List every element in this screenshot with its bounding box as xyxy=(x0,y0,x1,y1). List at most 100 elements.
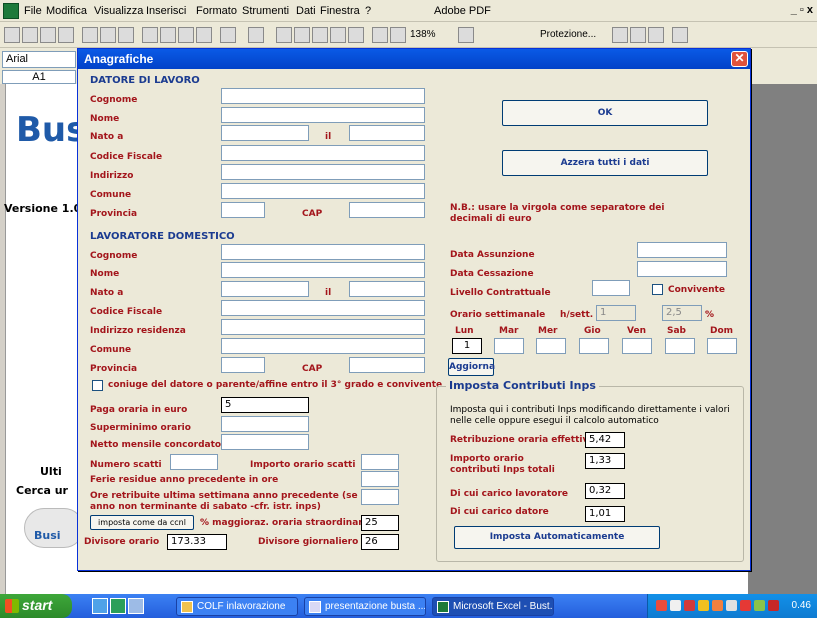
desktop-icon[interactable] xyxy=(128,598,144,614)
ore-retribuite-field[interactable] xyxy=(361,489,399,505)
undo-icon[interactable] xyxy=(220,27,236,43)
ok-button[interactable]: OK xyxy=(502,100,708,126)
hyperlink-icon[interactable] xyxy=(276,27,292,43)
paste-icon[interactable] xyxy=(178,27,194,43)
lavoratore-cf-field[interactable] xyxy=(221,300,425,316)
tray-icon-6[interactable] xyxy=(726,600,737,611)
excel-app-icon[interactable] xyxy=(3,3,19,19)
datore-nome-field[interactable] xyxy=(221,107,425,123)
lavoratore-cap-field[interactable] xyxy=(349,357,425,373)
new-icon[interactable] xyxy=(4,27,20,43)
tray-icon-4[interactable] xyxy=(698,600,709,611)
task-excel[interactable]: Microsoft Excel - Bust... xyxy=(432,597,554,616)
datore-cognome-field[interactable] xyxy=(221,88,425,104)
quicklaunch-icon[interactable] xyxy=(110,598,126,614)
zoom-box[interactable]: 138% xyxy=(410,29,436,40)
day-field-lun[interactable]: 1 xyxy=(452,338,482,354)
print-icon[interactable] xyxy=(82,27,98,43)
h-sett-field[interactable]: 1 xyxy=(596,305,636,321)
lavoratore-provincia-field[interactable] xyxy=(221,357,265,373)
chart-wizard-icon[interactable] xyxy=(372,27,388,43)
font-name-box[interactable]: Arial xyxy=(2,51,76,68)
task-presentazione[interactable]: presentazione busta ... xyxy=(304,597,426,616)
tray-icon-2[interactable] xyxy=(670,600,681,611)
protezione-menu[interactable]: Protezione... xyxy=(540,29,596,40)
day-field-gio[interactable] xyxy=(579,338,609,354)
print-preview-icon[interactable] xyxy=(100,27,116,43)
drawing-icon[interactable] xyxy=(390,27,406,43)
day-field-dom[interactable] xyxy=(707,338,737,354)
menu-strumenti[interactable]: Strumenti xyxy=(242,5,289,17)
format-painter-icon[interactable] xyxy=(196,27,212,43)
save-icon[interactable] xyxy=(40,27,56,43)
menu-dati[interactable]: Dati xyxy=(296,5,316,17)
datore-cap-field[interactable] xyxy=(349,202,425,218)
retribuzione-field[interactable]: 5,42 xyxy=(585,432,625,448)
tray-icon-8[interactable] xyxy=(754,600,765,611)
function-icon[interactable] xyxy=(312,27,328,43)
day-field-sab[interactable] xyxy=(665,338,695,354)
day-field-ven[interactable] xyxy=(622,338,652,354)
task-colf[interactable]: COLF inlavorazione xyxy=(176,597,298,616)
datore-indirizzo-field[interactable] xyxy=(221,164,425,180)
menu-modifica[interactable]: Modifica xyxy=(46,5,87,17)
edit-icon[interactable] xyxy=(648,27,664,43)
datore-nato-field[interactable] xyxy=(221,125,309,141)
link-icon[interactable] xyxy=(672,27,688,43)
menu-adobe-pdf[interactable]: Adobe PDF xyxy=(434,5,491,17)
datore-cf-field[interactable] xyxy=(221,145,425,161)
clock[interactable]: 0.46 xyxy=(792,600,811,611)
menu-file[interactable]: File xyxy=(24,5,42,17)
carico-lavoratore-field[interactable]: 0,32 xyxy=(585,483,625,499)
importo-scatti-field[interactable] xyxy=(361,454,399,470)
azzera-button[interactable]: Azzera tutti i dati xyxy=(502,150,708,176)
tray-icon-7[interactable] xyxy=(740,600,751,611)
tools-icon[interactable] xyxy=(612,27,628,43)
datore-data-nascita-field[interactable] xyxy=(349,125,425,141)
superminimo-field[interactable] xyxy=(221,416,309,432)
day-field-mar[interactable] xyxy=(494,338,524,354)
ferie-field[interactable] xyxy=(361,471,399,487)
close-button[interactable]: ✕ xyxy=(731,51,748,67)
sort-desc-icon[interactable] xyxy=(348,27,364,43)
imposta-automaticamente-button[interactable]: Imposta Automaticamente xyxy=(454,526,660,549)
data-cessazione-field[interactable] xyxy=(637,261,727,277)
lavoratore-comune-field[interactable] xyxy=(221,338,425,354)
livello-field[interactable] xyxy=(592,280,630,296)
imposta-ccnl-button[interactable]: imposta come da ccnl xyxy=(90,515,194,530)
cell-name-box[interactable]: A1 xyxy=(2,70,76,84)
lavoratore-nome-field[interactable] xyxy=(221,262,425,278)
menu-inserisci[interactable]: Inserisci xyxy=(146,5,186,17)
netto-mensile-field[interactable] xyxy=(221,434,309,450)
coniuge-checkbox[interactable] xyxy=(92,380,103,391)
numero-scatti-field[interactable] xyxy=(170,454,218,470)
spelling-icon[interactable] xyxy=(118,27,134,43)
macro-icon[interactable] xyxy=(630,27,646,43)
divisore-orario-field[interactable]: 173.33 xyxy=(167,534,227,550)
carico-datore-field[interactable]: 1,01 xyxy=(585,506,625,522)
copy-icon[interactable] xyxy=(160,27,176,43)
paga-oraria-field[interactable]: 5 xyxy=(221,397,309,413)
data-assunzione-field[interactable] xyxy=(637,242,727,258)
lavoratore-data-nascita-field[interactable] xyxy=(349,281,425,297)
datore-comune-field[interactable] xyxy=(221,183,425,199)
cut-icon[interactable] xyxy=(142,27,158,43)
tray-icon-9[interactable] xyxy=(768,600,779,611)
redo-icon[interactable] xyxy=(248,27,264,43)
lavoratore-indirizzo-field[interactable] xyxy=(221,319,425,335)
menu-formato[interactable]: Formato xyxy=(196,5,237,17)
help-icon[interactable] xyxy=(458,27,474,43)
day-field-mer[interactable] xyxy=(536,338,566,354)
menu-help[interactable]: ? xyxy=(365,5,371,17)
divisore-giornaliero-field[interactable]: 26 xyxy=(361,534,399,550)
ie-icon[interactable] xyxy=(92,598,108,614)
lavoratore-cognome-field[interactable] xyxy=(221,244,425,260)
tray-icon-5[interactable] xyxy=(712,600,723,611)
tray-icon-3[interactable] xyxy=(684,600,695,611)
importo-totali-field[interactable]: 1,33 xyxy=(585,453,625,469)
maggioraz-field[interactable]: 25 xyxy=(361,515,399,531)
open-icon[interactable] xyxy=(22,27,38,43)
autosum-icon[interactable] xyxy=(294,27,310,43)
menu-visualizza[interactable]: Visualizza xyxy=(94,5,143,17)
permission-icon[interactable] xyxy=(58,27,74,43)
